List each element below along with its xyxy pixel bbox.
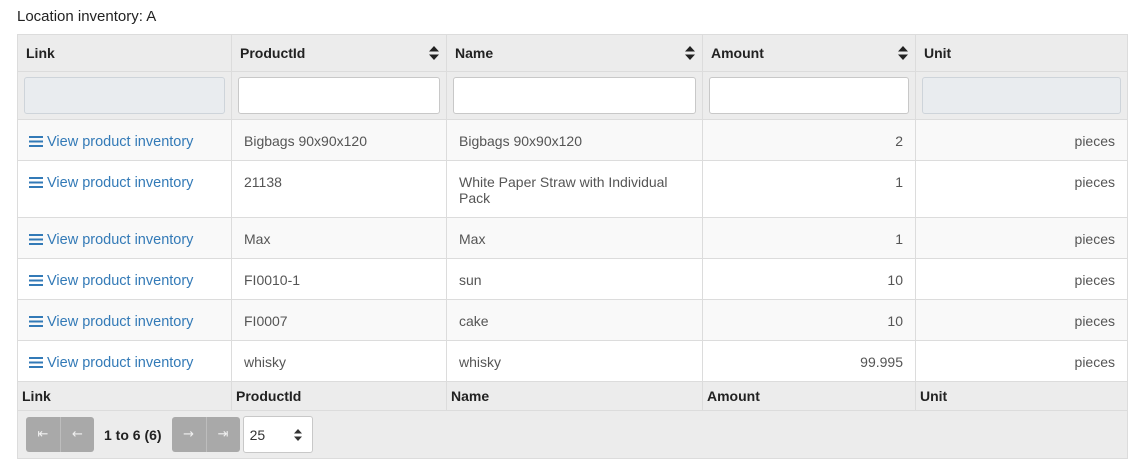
view-product-inventory-link[interactable]: View product inventory (29, 232, 193, 248)
list-icon (29, 275, 43, 286)
name-cell: cake (446, 299, 703, 341)
productid-filter-input[interactable] (238, 77, 440, 114)
amount-cell: 2 (702, 119, 916, 161)
table-row: View product inventory Max Max 1 pieces (17, 217, 1128, 259)
name-cell: whisky (446, 340, 703, 382)
link-cell: View product inventory (17, 160, 232, 218)
col-header-label: Link (26, 45, 55, 61)
name-cell: Max (446, 217, 703, 259)
pagination: ⇤ ← 1 to 6 (6) → ⇥ 25 (26, 416, 1119, 453)
sort-icon[interactable] (685, 46, 695, 60)
col-footer-link: Link (17, 381, 232, 411)
col-header-productid[interactable]: ProductId (231, 34, 447, 72)
col-footer-name: Name (446, 381, 703, 411)
amount-cell: 99.995 (702, 340, 916, 382)
name-cell: sun (446, 258, 703, 300)
productid-cell: 21138 (231, 160, 447, 218)
productid-cell: FI0010-1 (231, 258, 447, 300)
productid-cell: Bigbags 90x90x120 (231, 119, 447, 161)
list-icon (29, 234, 43, 245)
view-product-inventory-link[interactable]: View product inventory (29, 175, 193, 191)
col-header-label: Amount (711, 45, 764, 61)
list-icon (29, 357, 43, 368)
col-footer-productid: ProductId (231, 381, 447, 411)
link-cell: View product inventory (17, 258, 232, 300)
sort-icon[interactable] (429, 46, 439, 60)
unit-cell: pieces (915, 340, 1128, 382)
col-header-name[interactable]: Name (446, 34, 703, 72)
col-header-amount[interactable]: Amount (702, 34, 916, 72)
col-header-label: Unit (924, 45, 952, 61)
next-page-button[interactable]: → (171, 417, 206, 452)
link-cell: View product inventory (17, 119, 232, 161)
unit-cell: pieces (915, 258, 1128, 300)
col-header-label: ProductId (240, 45, 306, 61)
link-label: View product inventory (47, 314, 194, 330)
view-product-inventory-link[interactable]: View product inventory (29, 134, 193, 150)
table-row: View product inventory FI0010-1 sun 10 piece… (17, 258, 1128, 300)
page-size-value: 25 (249, 426, 266, 443)
amount-cell: 1 (702, 160, 916, 218)
page-info: 1 to 6 (6) (104, 426, 162, 443)
unit-filter-input (922, 77, 1121, 114)
inventory-table: Link ProductId Name Amount Unit View pro… (17, 34, 1128, 459)
productid-cell: FI0007 (231, 299, 447, 341)
col-header-label: Name (455, 45, 494, 61)
col-header-unit: Unit (915, 34, 1128, 72)
table-row: View product inventory whisky whisky 99.995… (17, 340, 1128, 382)
sort-icon[interactable] (898, 46, 908, 60)
list-icon (29, 177, 43, 188)
unit-cell: pieces (915, 217, 1128, 259)
link-cell: View product inventory (17, 299, 232, 341)
last-page-button[interactable]: ⇥ (205, 417, 240, 452)
col-footer-unit: Unit (915, 381, 1128, 411)
col-footer-amount: Amount (702, 381, 916, 411)
productid-cell: whisky (231, 340, 447, 382)
name-filter-input[interactable] (453, 77, 696, 114)
name-cell: Bigbags 90x90x120 (446, 119, 703, 161)
table-row: View product inventory Bigbags 90x90x120 B… (17, 119, 1128, 161)
amount-cell: 10 (702, 299, 916, 341)
filter-row (17, 71, 1128, 120)
select-arrows-icon (293, 428, 302, 441)
view-product-inventory-link[interactable]: View product inventory (29, 314, 193, 330)
amount-filter-input[interactable] (709, 77, 909, 114)
view-product-inventory-link[interactable]: View product inventory (29, 355, 193, 371)
productid-cell: Max (231, 217, 447, 259)
link-cell: View product inventory (17, 340, 232, 382)
link-filter-input (24, 77, 225, 114)
header-row: Link ProductId Name Amount Unit (17, 34, 1128, 72)
first-page-button[interactable]: ⇤ (26, 417, 60, 452)
table-row: View product inventory FI0007 cake 10 pieces (17, 299, 1128, 341)
link-label: View product inventory (47, 355, 194, 371)
list-icon (29, 136, 43, 147)
amount-cell: 1 (702, 217, 916, 259)
link-label: View product inventory (47, 175, 194, 191)
pager-row: ⇤ ← 1 to 6 (6) → ⇥ 25 (17, 410, 1128, 459)
link-label: View product inventory (47, 273, 194, 289)
amount-cell: 10 (702, 258, 916, 300)
page-title: Location inventory: A (17, 8, 157, 25)
unit-cell: pieces (915, 160, 1128, 218)
link-cell: View product inventory (17, 217, 232, 259)
link-label: View product inventory (47, 232, 194, 248)
col-header-link: Link (17, 34, 232, 72)
view-product-inventory-link[interactable]: View product inventory (29, 273, 193, 289)
list-icon (29, 316, 43, 327)
prev-page-button[interactable]: ← (60, 417, 94, 452)
unit-cell: pieces (915, 119, 1128, 161)
footer-row: Link ProductId Name Amount Unit (17, 381, 1128, 411)
table-row: View product inventory 21138 White Paper S… (17, 160, 1128, 218)
unit-cell: pieces (915, 299, 1128, 341)
page-size-select[interactable]: 25 (242, 416, 313, 453)
link-label: View product inventory (47, 134, 194, 150)
name-cell: White Paper Straw with Individual Pack (446, 160, 703, 218)
